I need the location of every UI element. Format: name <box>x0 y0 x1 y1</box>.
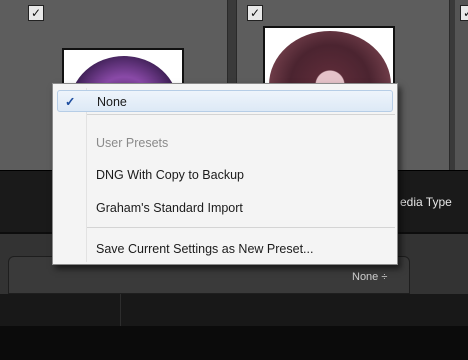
menu-separator <box>87 227 395 228</box>
preset-select[interactable]: None ÷ <box>352 271 387 283</box>
menu-separator <box>87 114 395 115</box>
panel-body <box>0 294 468 326</box>
menu-item-label: None <box>97 95 127 109</box>
panel-divider <box>120 294 121 326</box>
menu-item-none[interactable]: ✓ None <box>57 90 393 112</box>
menu-item-graham-standard[interactable]: Graham's Standard Import <box>53 197 397 219</box>
menu-header-user-presets: User Presets <box>96 136 169 150</box>
thumbnail-cell[interactable]: ✓ <box>455 0 468 170</box>
media-type-label[interactable]: edia Type <box>400 195 452 209</box>
checkbox-icon[interactable]: ✓ <box>460 5 468 21</box>
checkbox-icon[interactable]: ✓ <box>247 5 263 21</box>
menu-item-dng-backup[interactable]: DNG With Copy to Backup <box>53 164 397 186</box>
checkbox-icon[interactable]: ✓ <box>28 5 44 21</box>
checkmark-icon: ✓ <box>65 95 76 109</box>
menu-item-save-new-preset[interactable]: Save Current Settings as New Preset... <box>53 238 397 260</box>
bottom-area <box>0 326 468 360</box>
preset-dropdown-menu: ✓ None User Presets DNG With Copy to Bac… <box>52 83 398 265</box>
